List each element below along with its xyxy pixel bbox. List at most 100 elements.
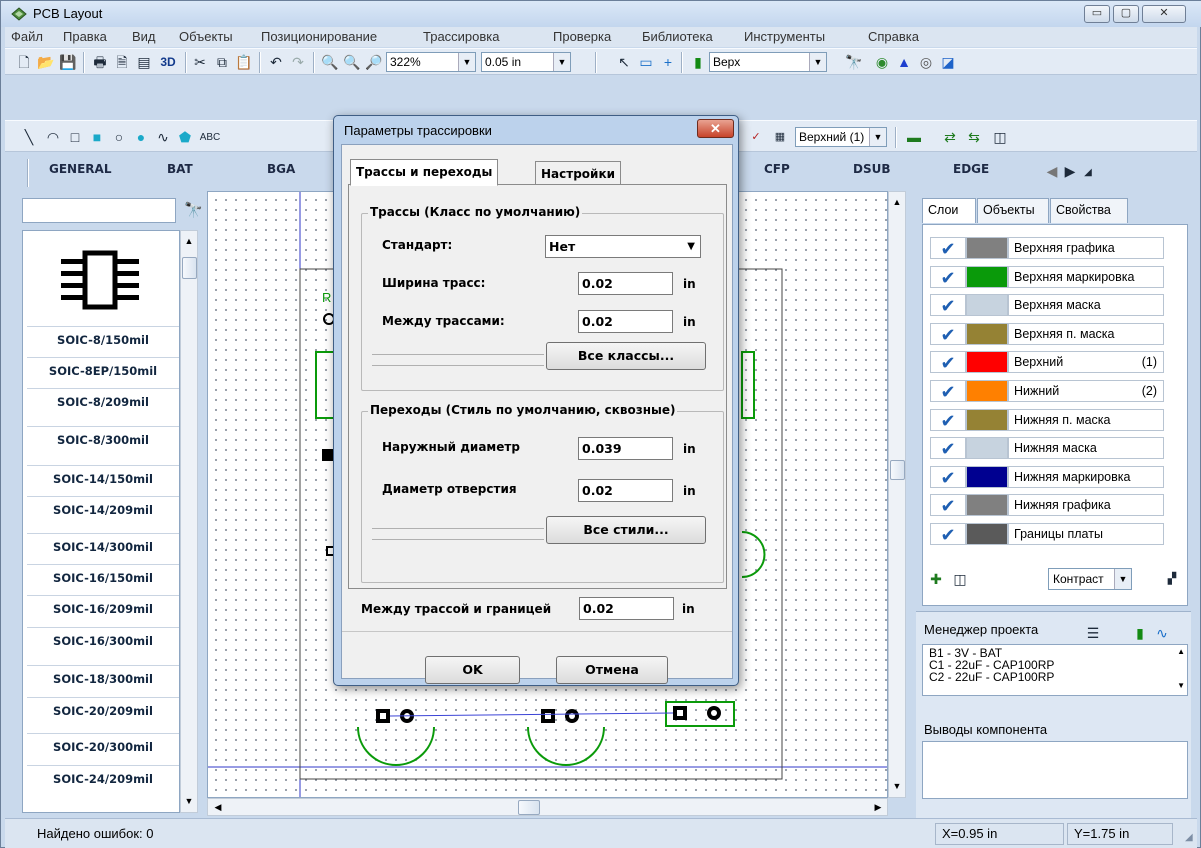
new-file-icon[interactable]: 🗋 xyxy=(15,53,33,71)
contrast-combo[interactable]: Контраст ▼ xyxy=(1048,568,1132,590)
layer-color-swatch[interactable] xyxy=(966,408,1008,431)
open-folder-icon[interactable]: 📂 xyxy=(37,53,55,71)
resize-grip-icon[interactable]: ◢ xyxy=(1185,832,1193,843)
layer-color-swatch[interactable] xyxy=(966,380,1008,402)
route-icon[interactable]: ▲ xyxy=(895,53,913,71)
visible-checkmark-icon[interactable]: ✔ xyxy=(930,437,966,460)
scroll-left-icon[interactable]: ◀ xyxy=(210,799,226,815)
library-item[interactable]: SOIC-8/150mil xyxy=(27,326,179,353)
layer-color-swatch[interactable] xyxy=(966,265,1008,288)
text-tool-button[interactable]: ABC xyxy=(198,129,222,147)
tab-traces-vias[interactable]: Трассы и переходы xyxy=(350,159,499,186)
chevron-left-icon[interactable]: ◀ xyxy=(1043,162,1061,180)
layer-color-swatch[interactable] xyxy=(966,494,1008,517)
filled-circle-tool-icon[interactable]: ● xyxy=(132,128,150,146)
zoom-out-icon[interactable]: 🔍 xyxy=(343,53,361,71)
tab-general[interactable]: GENERAL xyxy=(49,162,111,176)
chevron-down-icon[interactable]: ▼ xyxy=(809,53,826,71)
library-scrollbar[interactable]: ▲ ▼ xyxy=(180,230,198,813)
layer-row[interactable]: ✔ Верхняя маска xyxy=(930,292,1164,318)
all-classes-button[interactable]: Все классы... xyxy=(546,342,706,370)
scroll-down-icon[interactable]: ▼ xyxy=(889,778,905,794)
scroll-down-icon[interactable]: ▼ xyxy=(1177,681,1185,690)
line-tool-icon[interactable]: ╲ xyxy=(20,128,38,146)
visible-checkmark-icon[interactable]: ✔ xyxy=(930,494,966,517)
polygon-tool-icon[interactable]: ⬟ xyxy=(176,128,194,146)
library-item[interactable]: SOIC-20/209mil xyxy=(27,697,179,724)
chevron-down-icon[interactable]: ▼ xyxy=(687,236,695,257)
layer-row[interactable]: ✔ Нижняя маска xyxy=(930,435,1164,461)
circle-tool-icon[interactable]: ○ xyxy=(110,128,128,146)
chevron-down-icon[interactable]: ▼ xyxy=(553,53,570,71)
report-icon[interactable]: ▤ xyxy=(135,53,153,71)
trace-edge-clearance-input[interactable]: 0.02 xyxy=(579,597,674,620)
library-item[interactable]: SOIC-14/209mil xyxy=(27,496,179,523)
layer-color-swatch[interactable] xyxy=(966,465,1008,488)
redo-icon[interactable]: ↷ xyxy=(289,53,307,71)
visible-checkmark-icon[interactable]: ✔ xyxy=(930,237,966,259)
paste-icon[interactable]: 📋 xyxy=(235,53,253,71)
cut-icon[interactable]: ✂ xyxy=(191,53,209,71)
menu-routing[interactable]: Трассировка xyxy=(423,29,500,44)
layer-color-swatch[interactable] xyxy=(966,437,1008,460)
via-icon[interactable]: ◉ xyxy=(873,53,891,71)
binoculars-icon[interactable]: 🔭 xyxy=(184,201,203,219)
filled-rectangle-tool-icon[interactable]: ■ xyxy=(88,128,106,146)
scroll-thumb[interactable] xyxy=(518,800,540,815)
dialog-close-button[interactable]: ✕ xyxy=(697,119,734,138)
scroll-up-icon[interactable]: ▲ xyxy=(889,194,905,210)
print-icon[interactable]: 🖶 xyxy=(91,53,109,71)
library-search-input[interactable] xyxy=(22,198,176,223)
visible-checkmark-icon[interactable]: ✔ xyxy=(930,351,966,374)
layer-row[interactable]: ✔ Верхняя графика xyxy=(930,235,1164,261)
menu-verify[interactable]: Проверка xyxy=(553,29,611,44)
tab-cfp[interactable]: CFP xyxy=(764,162,790,176)
library-item[interactable]: SOIC-24/209mil xyxy=(27,765,179,792)
library-item[interactable]: SOIC-14/300mil xyxy=(27,533,179,560)
layer-settings-icon[interactable]: ◫ xyxy=(951,570,969,588)
tab-properties[interactable]: Свойства xyxy=(1050,198,1128,223)
menu-objects[interactable]: Объекты xyxy=(179,29,233,44)
project-component-list[interactable]: B1 - 3V - BAT C1 - 22uF - CAP100RP C2 - … xyxy=(922,644,1188,696)
side-combo[interactable]: Верх ▼ xyxy=(709,52,827,72)
visible-checkmark-icon[interactable]: ✔ xyxy=(930,322,966,345)
copy-icon[interactable]: ⧉ xyxy=(213,53,231,71)
tab-dsub[interactable]: DSUB xyxy=(853,162,891,176)
select-arrow-icon[interactable]: ↖ xyxy=(615,53,633,71)
layer-color-swatch[interactable] xyxy=(966,322,1008,345)
chevron-down-icon[interactable]: ▼ xyxy=(458,53,475,71)
tab-settings[interactable]: Настройки xyxy=(535,161,622,185)
component-icon[interactable]: ▮ xyxy=(689,53,707,71)
chevron-down-icon[interactable]: ▼ xyxy=(869,128,886,146)
standard-select[interactable]: Нет ▼ xyxy=(545,235,701,258)
menu-help[interactable]: Справка xyxy=(868,29,919,44)
layer-row[interactable]: ✔ Верхняя маркировка xyxy=(930,264,1164,290)
library-item[interactable]: SOIC-8/300mil xyxy=(27,426,179,453)
drc-check-icon[interactable]: ✓ xyxy=(747,128,765,146)
menu-tools[interactable]: Инструменты xyxy=(744,29,825,44)
zoom-fit-icon[interactable]: 🔎 xyxy=(365,53,383,71)
project-list-icon[interactable]: ☰ xyxy=(1084,624,1102,642)
zoom-combo[interactable]: 322% ▼ xyxy=(386,52,476,72)
tab-layers[interactable]: Слои xyxy=(922,198,976,223)
menu-file[interactable]: Файл xyxy=(11,29,43,44)
chevron-down-icon[interactable]: ▼ xyxy=(1114,569,1131,589)
net-view-icon[interactable]: ∿ xyxy=(1153,624,1171,642)
grid-combo[interactable]: 0.05 in ▼ xyxy=(481,52,571,72)
library-item[interactable]: SOIC-8EP/150mil xyxy=(27,357,179,384)
close-button[interactable]: ✕ xyxy=(1142,5,1186,23)
layer-row[interactable]: ✔ Верхний (1) xyxy=(930,349,1164,375)
tab-edge[interactable]: EDGE xyxy=(953,162,989,176)
library-item[interactable]: SOIC-16/209mil xyxy=(27,595,179,622)
menu-view[interactable]: Вид xyxy=(132,29,156,44)
scroll-right-icon[interactable]: ▶ xyxy=(870,799,886,815)
maximize-button[interactable]: ▢ xyxy=(1113,5,1139,23)
dropdown-arrow-icon[interactable]: ◢ xyxy=(1079,164,1097,182)
library-item[interactable]: SOIC-20/300mil xyxy=(27,733,179,760)
minimize-button[interactable]: ▭ xyxy=(1084,5,1110,23)
scroll-thumb[interactable] xyxy=(890,460,905,480)
layer-row[interactable]: ✔ Нижняя графика xyxy=(930,492,1164,518)
menu-library[interactable]: Библиотека xyxy=(642,29,713,44)
add-layer-icon[interactable]: ✚ xyxy=(927,570,945,588)
group-icon[interactable]: ⇆ xyxy=(965,128,983,146)
